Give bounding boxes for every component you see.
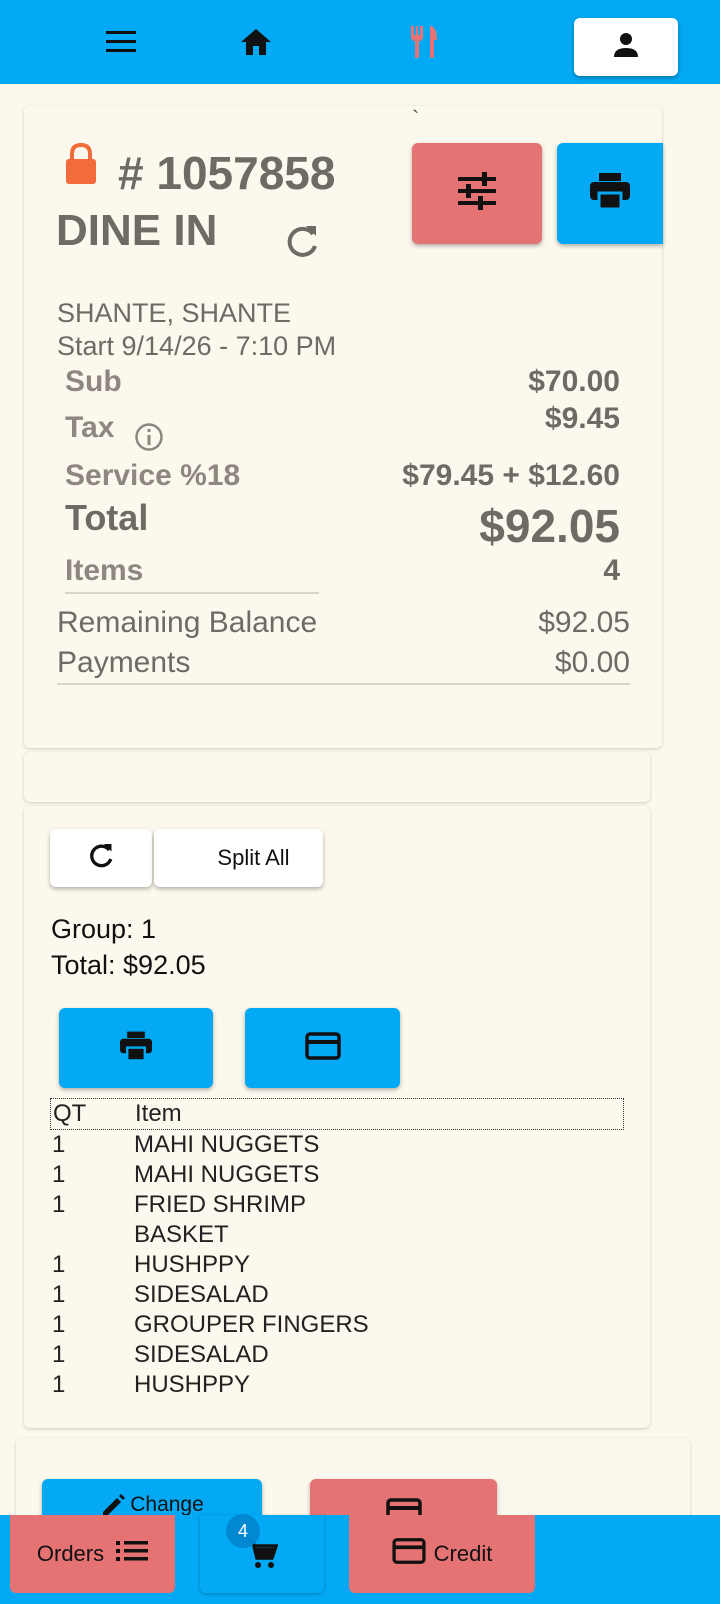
profile-button[interactable] (574, 18, 678, 76)
row-qty: 1 (52, 1251, 66, 1278)
row-item: GROUPER FINGERS (134, 1311, 369, 1338)
order-type: DINE IN (56, 206, 218, 255)
print-group-button[interactable] (59, 1008, 213, 1088)
row-qty: 1 (52, 1341, 66, 1368)
table-row[interactable]: 1 HUSHPPY (50, 1370, 624, 1400)
cart-button[interactable] (200, 1515, 324, 1593)
credit-card-icon (304, 1031, 341, 1066)
top-app-bar (0, 0, 720, 84)
print-order-button[interactable] (557, 143, 663, 244)
fork-knife-icon[interactable] (404, 22, 444, 62)
row-qty (50, 1220, 134, 1250)
credit-button[interactable]: Credit (349, 1515, 535, 1593)
service-value: $79.45 + $12.60 (402, 459, 620, 492)
table-row[interactable]: 1 HUSHPPY (50, 1250, 624, 1280)
order-number: # 1057858 (118, 147, 336, 199)
row-item: SIDESALAD (134, 1341, 269, 1368)
credit-card-icon (392, 1537, 426, 1571)
print-icon (118, 1030, 154, 1067)
items-table: QT Item 1 MAHI NUGGETS 1 MAHI NUGGETS 1 FRIED… (50, 1098, 624, 1400)
refresh-icon[interactable] (282, 222, 322, 267)
table-row[interactable]: BASKET (50, 1220, 624, 1250)
items-label: Items (65, 554, 144, 587)
tax-value: $9.45 (544, 402, 620, 435)
table-row[interactable]: 1 GROUPER FINGERS (50, 1310, 624, 1340)
order-settings-button[interactable] (412, 143, 542, 244)
bottom-nav-bar: Orders Credit (0, 1515, 720, 1604)
row-item: HUSHPPY (134, 1251, 251, 1278)
row-qty: 1 (52, 1131, 66, 1158)
items-divider (65, 592, 319, 594)
print-icon (588, 171, 632, 216)
person-icon (611, 30, 641, 65)
row-item: SIDESALAD (134, 1281, 269, 1308)
row-item: MAHI NUGGETS (134, 1161, 320, 1188)
row-item: MAHI NUGGETS (134, 1131, 320, 1158)
orders-label: Orders (36, 1541, 105, 1566)
payments-label: Payments (57, 646, 191, 679)
tune-icon (456, 172, 498, 215)
split-all-button[interactable]: Split All (154, 829, 323, 887)
total-value: $92.05 (479, 500, 620, 552)
menu-icon[interactable] (101, 22, 141, 62)
table-row[interactable]: 1 MAHI NUGGETS (50, 1130, 624, 1160)
row-qty: 1 (52, 1281, 66, 1308)
split-all-label: Split All (217, 845, 290, 870)
info-icon[interactable] (134, 422, 164, 457)
cart-count-badge: 4 (226, 1514, 260, 1548)
table-row[interactable]: 1 SIDESALAD (50, 1340, 624, 1370)
group-label: Group: 1 (51, 914, 157, 944)
reset-split-button[interactable] (50, 829, 152, 887)
customer-name: SHANTE, SHANTE (57, 298, 292, 328)
order-start-time: Start 9/14/26 - 7:10 PM (57, 331, 337, 361)
credit-label: Credit (433, 1541, 493, 1566)
items-count: 4 (603, 554, 620, 587)
subtotal-label: Sub (65, 365, 122, 398)
payments-divider (57, 683, 630, 685)
row-item: BASKET (134, 1221, 229, 1248)
item-header: Item (135, 1100, 182, 1127)
table-row[interactable]: 1 SIDESALAD (50, 1280, 624, 1310)
refresh-icon (86, 841, 116, 876)
subtotal-value: $70.00 (528, 365, 620, 398)
home-icon[interactable] (236, 22, 276, 62)
total-label: Total (65, 497, 149, 538)
tax-label: Tax (65, 411, 115, 444)
backtick-mark: ` (412, 106, 420, 131)
row-item: FRIED SHRIMP (134, 1191, 307, 1218)
change-label: Change (130, 1493, 204, 1516)
row-qty: 1 (52, 1371, 66, 1398)
row-qty: 1 (52, 1191, 66, 1218)
qt-header: QT (53, 1100, 87, 1127)
items-table-body: 1 MAHI NUGGETS 1 MAHI NUGGETS 1 FRIED SHRIMP B… (50, 1130, 624, 1400)
row-item: HUSHPPY (134, 1371, 251, 1398)
service-label: Service %18 (65, 459, 241, 492)
row-qty: 1 (52, 1311, 66, 1338)
table-row[interactable]: 1 MAHI NUGGETS (50, 1160, 624, 1190)
items-table-header: QT Item (50, 1098, 624, 1130)
empty-card (24, 752, 650, 802)
orders-button[interactable]: Orders (10, 1515, 175, 1593)
lock-icon (64, 142, 98, 191)
pay-group-button[interactable] (245, 1008, 400, 1088)
remaining-balance-value: $92.05 (538, 606, 630, 639)
row-qty: 1 (52, 1161, 66, 1188)
list-icon (116, 1539, 149, 1569)
group-total: Total: $92.05 (51, 950, 206, 980)
remaining-balance-label: Remaining Balance (57, 606, 318, 639)
table-row[interactable]: 1 FRIED SHRIMP (50, 1190, 624, 1220)
payments-value: $0.00 (554, 646, 630, 679)
